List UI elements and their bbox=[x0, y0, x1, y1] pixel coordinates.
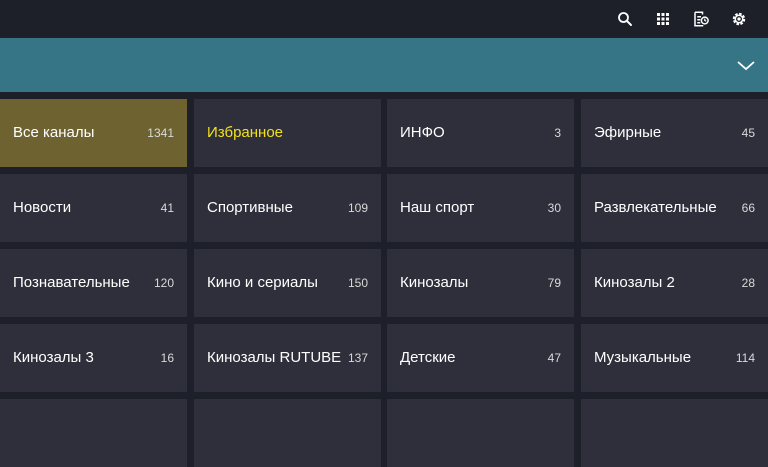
category-tile[interactable] bbox=[581, 399, 768, 467]
category-name: ИНФО bbox=[400, 124, 445, 141]
category-count: 114 bbox=[735, 351, 755, 365]
category-name: Познавательные bbox=[13, 274, 130, 291]
category-name: Кинозалы RUTUBE bbox=[207, 349, 342, 366]
top-bar bbox=[0, 0, 768, 38]
category-count: 109 bbox=[347, 201, 368, 215]
category-count: 41 bbox=[160, 201, 174, 215]
category-tile[interactable]: Познавательные 120 bbox=[0, 249, 187, 317]
tv-guide-icon[interactable] bbox=[682, 8, 720, 30]
category-name: Музыкальные bbox=[594, 349, 692, 366]
category-name: Кино и сериалы bbox=[207, 274, 318, 291]
category-name: Все каналы bbox=[13, 124, 95, 141]
category-count: 47 bbox=[547, 351, 561, 365]
category-count: 150 bbox=[347, 276, 368, 290]
category-name: Детские bbox=[400, 349, 456, 366]
category-tile[interactable]: Музыкальные 114 bbox=[581, 324, 768, 392]
category-name: Кинозалы 2 bbox=[594, 274, 675, 291]
category-tile[interactable]: Спортивные 109 bbox=[194, 174, 381, 242]
category-count: 30 bbox=[547, 201, 561, 215]
category-name: Новости bbox=[13, 199, 72, 216]
chevron-down-icon[interactable] bbox=[736, 56, 756, 74]
category-name: Избранное bbox=[207, 124, 284, 141]
category-tile[interactable]: Кино и сериалы 150 bbox=[194, 249, 381, 317]
category-name: Кинозалы bbox=[400, 274, 469, 291]
category-tile[interactable]: ИНФО 3 bbox=[387, 99, 574, 167]
category-tile[interactable]: Кинозалы 79 bbox=[387, 249, 574, 317]
category-tile[interactable]: Кинозалы RUTUBE 137 bbox=[194, 324, 381, 392]
category-tile[interactable]: Наш спорт 30 bbox=[387, 174, 574, 242]
category-name: Кинозалы 3 bbox=[13, 349, 94, 366]
group-selector-banner[interactable] bbox=[0, 38, 768, 92]
category-tile[interactable] bbox=[0, 399, 187, 467]
category-count: 28 bbox=[741, 276, 755, 290]
category-count: 16 bbox=[160, 351, 174, 365]
settings-gear-icon[interactable] bbox=[720, 8, 758, 30]
category-tile[interactable]: Развлекательные 66 bbox=[581, 174, 768, 242]
apps-grid-icon[interactable] bbox=[644, 8, 682, 30]
category-name: Развлекательные bbox=[594, 199, 717, 216]
search-icon[interactable] bbox=[606, 8, 644, 30]
category-tile[interactable]: Все каналы 1341 bbox=[0, 99, 187, 167]
category-tile[interactable]: Новости 41 bbox=[0, 174, 187, 242]
category-count: 1341 bbox=[147, 126, 174, 140]
category-tile[interactable] bbox=[194, 399, 381, 467]
category-tile[interactable]: Избранное bbox=[194, 99, 381, 167]
category-name: Спортивные bbox=[207, 199, 293, 216]
category-tile[interactable]: Кинозалы 2 28 bbox=[581, 249, 768, 317]
category-count: 137 bbox=[347, 351, 368, 365]
category-count: 79 bbox=[547, 276, 561, 290]
category-count: 120 bbox=[153, 276, 174, 290]
category-tile[interactable]: Эфирные 45 bbox=[581, 99, 768, 167]
category-count: 3 bbox=[554, 126, 561, 140]
category-tile[interactable]: Детские 47 bbox=[387, 324, 574, 392]
category-count: 66 bbox=[741, 201, 755, 215]
category-tile[interactable]: Кинозалы 3 16 bbox=[0, 324, 187, 392]
category-name: Наш спорт bbox=[400, 199, 475, 216]
top-toolbar bbox=[606, 8, 758, 30]
category-count: 45 bbox=[741, 126, 755, 140]
category-name: Эфирные bbox=[594, 124, 662, 141]
category-tile[interactable] bbox=[387, 399, 574, 467]
